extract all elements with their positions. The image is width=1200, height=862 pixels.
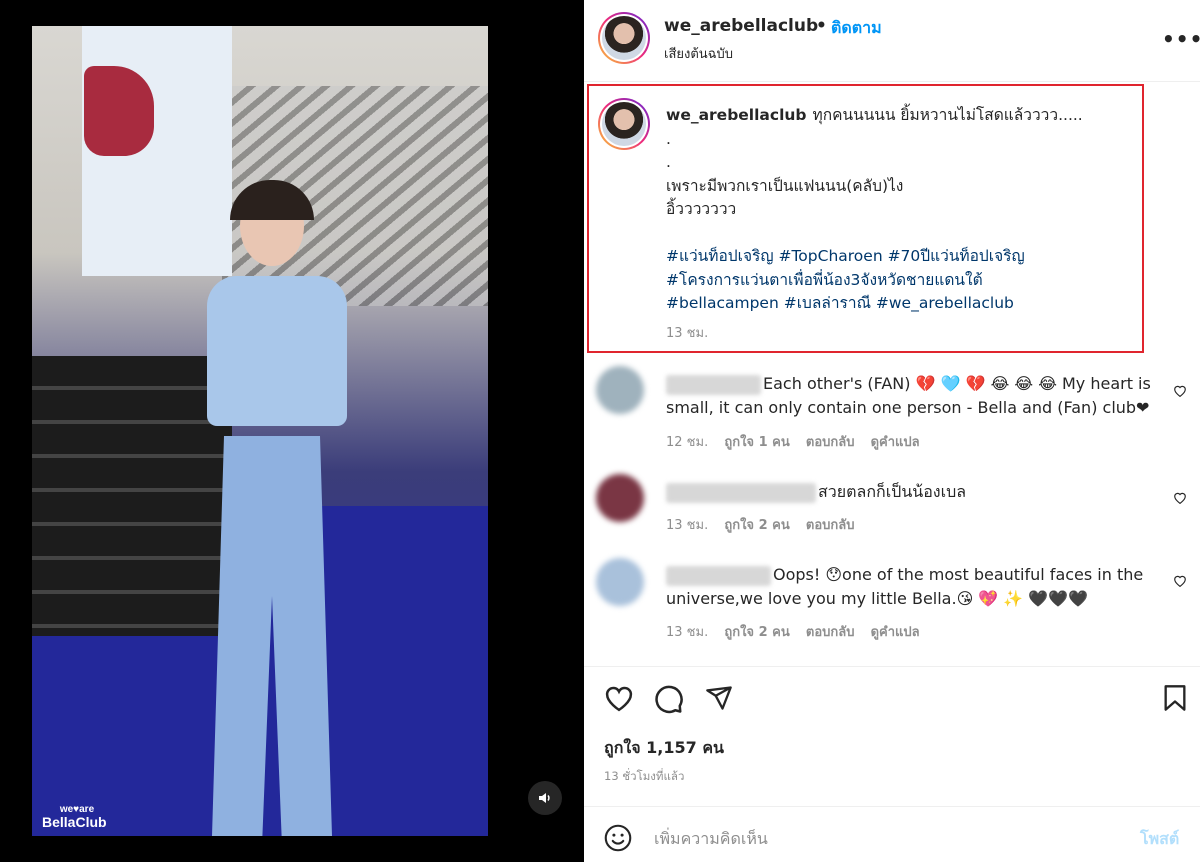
hashtags-line-2[interactable]: #โครงการแว่นตาเพื่อพี่น้อง3จังหวัดชายแดน… bbox=[666, 269, 1136, 293]
comment-meta: 13 ชม. ถูกใจ 2 คน ตอบกลับ ดูคำแปล bbox=[666, 625, 920, 640]
author-username[interactable]: we_arebellaclub bbox=[664, 16, 818, 36]
comment-like-heart-icon[interactable] bbox=[1173, 384, 1187, 397]
post-details-panel: we_arebellaclub • ติดตาม เสียงต้นฉบับ ••… bbox=[584, 0, 1200, 862]
speaker-icon bbox=[539, 793, 550, 803]
caption-timestamp: 13 ชม. bbox=[666, 326, 709, 341]
like-heart-icon[interactable] bbox=[604, 684, 634, 712]
comment-meta: 12 ชม. ถูกใจ 1 คน ตอบกลับ ดูคำแปล bbox=[666, 435, 920, 450]
post-time-ago: 13 ชั่วโมงที่แล้ว bbox=[604, 769, 685, 783]
add-comment-bar: เพิ่มความคิดเห็น โพสต์ bbox=[584, 806, 1200, 862]
commenter-username-blurred[interactable] bbox=[666, 565, 771, 586]
audio-toggle-button[interactable] bbox=[528, 781, 562, 815]
commenter-avatar[interactable] bbox=[596, 558, 644, 606]
commenter-avatar[interactable] bbox=[596, 474, 644, 522]
like-count[interactable]: ถูกใจ 1,157 คน bbox=[604, 736, 724, 761]
video-watermark-logo: we♥are BellaClub bbox=[42, 804, 107, 830]
share-paper-plane-icon[interactable] bbox=[705, 684, 733, 712]
commenter-avatar[interactable] bbox=[596, 366, 644, 414]
emoji-smiley-icon[interactable] bbox=[604, 824, 632, 852]
hashtags-line-1[interactable]: #แว่นท็อปเจริญ #TopCharoen #70ปีแว่นท็อป… bbox=[666, 245, 1136, 269]
media-panel: we♥are BellaClub bbox=[0, 0, 584, 862]
comment-meta: 13 ชม. ถูกใจ 2 คน ตอบกลับ bbox=[666, 518, 855, 533]
comment-likes[interactable]: ถูกใจ 1 คน bbox=[724, 435, 789, 450]
save-bookmark-icon[interactable] bbox=[1162, 684, 1188, 712]
separator-dot: • bbox=[816, 16, 827, 36]
video-performer bbox=[202, 180, 352, 836]
post-video[interactable]: we♥are BellaClub bbox=[32, 26, 488, 836]
comment-bubble-icon[interactable] bbox=[654, 684, 684, 714]
caption-author-avatar[interactable] bbox=[598, 98, 650, 150]
caption-text: we_arebellaclub ทุกคนนนนน ยิ้มหวานไม่โสดแ… bbox=[666, 104, 1136, 316]
hashtags-line-3[interactable]: #bellacampen #เบลล่าราณี #we_arebellaclu… bbox=[666, 292, 1136, 316]
follow-button[interactable]: ติดตาม bbox=[831, 16, 882, 41]
comment-like-heart-icon[interactable] bbox=[1173, 491, 1187, 504]
comment-likes[interactable]: ถูกใจ 2 คน bbox=[724, 518, 789, 533]
post-header: we_arebellaclub • ติดตาม เสียงต้นฉบับ ••… bbox=[584, 0, 1200, 82]
comment-like-heart-icon[interactable] bbox=[1173, 574, 1187, 587]
commenter-username-blurred[interactable] bbox=[666, 482, 816, 503]
reply-button[interactable]: ตอบกลับ bbox=[806, 518, 855, 533]
translate-button[interactable]: ดูคำแปล bbox=[871, 435, 920, 450]
comment-likes[interactable]: ถูกใจ 2 คน bbox=[724, 625, 789, 640]
caption-username[interactable]: we_arebellaclub bbox=[666, 106, 807, 124]
more-options-icon[interactable]: ••• bbox=[1162, 27, 1200, 51]
reply-button[interactable]: ตอบกลับ bbox=[806, 625, 855, 640]
translate-button[interactable]: ดูคำแปล bbox=[871, 625, 920, 640]
commenter-username-blurred[interactable] bbox=[666, 374, 761, 395]
author-avatar[interactable] bbox=[598, 12, 650, 64]
original-audio-link[interactable]: เสียงต้นฉบับ bbox=[664, 43, 733, 64]
post-comment-button[interactable]: โพสต์ bbox=[1140, 827, 1179, 852]
comment-input[interactable]: เพิ่มความคิดเห็น bbox=[654, 827, 768, 852]
post-action-bar bbox=[584, 666, 1200, 730]
reply-button[interactable]: ตอบกลับ bbox=[806, 435, 855, 450]
